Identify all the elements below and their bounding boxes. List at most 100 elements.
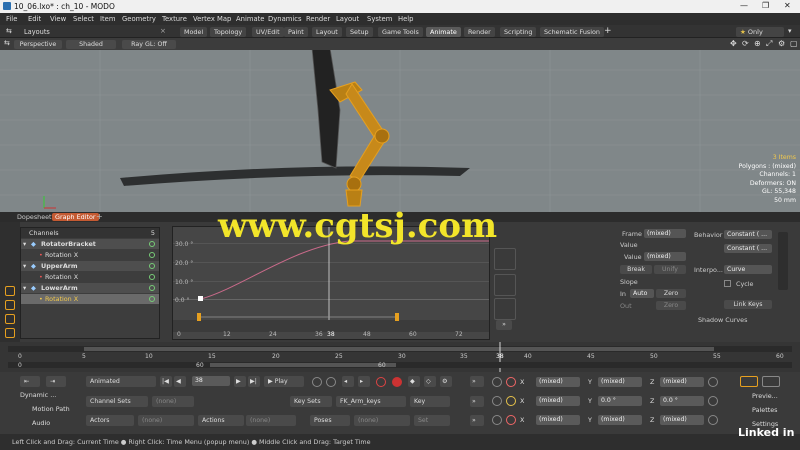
in-slope-select[interactable]: Auto xyxy=(630,289,654,298)
slope-section-header[interactable]: Slope xyxy=(620,278,638,286)
tool-bracket-icon[interactable] xyxy=(5,328,15,338)
channel-dot-icon[interactable] xyxy=(149,241,155,247)
view-type-button[interactable]: Perspective xyxy=(14,40,62,49)
tab-animate[interactable]: Animate xyxy=(426,27,461,37)
tool-key-icon[interactable] xyxy=(5,300,15,310)
channel-dot-icon[interactable] xyxy=(149,263,155,269)
tab-setup[interactable]: Setup xyxy=(346,27,373,37)
channel-item-lowerarm[interactable]: ▾ ◆ LowerArm xyxy=(21,283,159,293)
frame-field[interactable]: (mixed) xyxy=(644,229,686,238)
next-frame-icon[interactable]: ▶ xyxy=(234,376,246,387)
slope-flat-icon[interactable] xyxy=(494,274,516,296)
menu-view[interactable]: View xyxy=(50,15,66,23)
viewport-settings-icon[interactable]: ⚙ xyxy=(778,39,785,48)
layouts-label[interactable]: Layouts xyxy=(24,28,50,36)
rotation-reset-icon[interactable] xyxy=(708,396,718,406)
key-delete-icon[interactable]: ◇ xyxy=(424,376,436,387)
tab-game-tools[interactable]: Game Tools xyxy=(378,27,423,37)
auto-key-icon[interactable] xyxy=(392,377,402,387)
break-button[interactable]: Break xyxy=(620,265,652,274)
menu-help[interactable]: Help xyxy=(398,15,414,23)
set-button[interactable]: Set xyxy=(414,415,450,426)
layouts-close-icon[interactable]: × xyxy=(160,27,166,35)
behavior-tool-strip[interactable] xyxy=(778,232,788,290)
key-all-icon[interactable]: ◆ xyxy=(408,376,420,387)
channel-rotation-x[interactable]: • Rotation X xyxy=(21,272,159,282)
key-tool-2-icon[interactable]: ⇥ xyxy=(46,376,66,387)
maximize-icon[interactable]: ❐ xyxy=(762,1,769,10)
keyframe-2-icon[interactable] xyxy=(326,377,336,387)
go-end-icon[interactable]: ▶| xyxy=(248,376,260,387)
channel-rotation-x[interactable]: • Rotation X xyxy=(21,250,159,260)
timeline[interactable]: 0 5 10 15 20 25 30 35 38 40 45 50 55 60 … xyxy=(0,342,800,372)
pan-icon[interactable]: ✥ xyxy=(730,39,737,48)
tool-slope-icon[interactable] xyxy=(5,314,15,324)
key-button[interactable]: Key xyxy=(410,396,450,407)
menu-item[interactable]: Item xyxy=(100,15,115,23)
shadow-curves-label[interactable]: Shadow Curves xyxy=(698,316,747,324)
expand-row-3-icon[interactable]: » xyxy=(470,415,484,426)
tool-motion-path[interactable]: Motion Path xyxy=(32,405,70,413)
tab-dopesheet[interactable]: Dopesheet xyxy=(14,213,55,221)
menu-render[interactable]: Render xyxy=(306,15,330,23)
scale-icon[interactable] xyxy=(492,415,502,425)
key-prev-icon[interactable]: ◂ xyxy=(342,376,354,387)
tab-paint[interactable]: Paint xyxy=(284,27,308,37)
channel-dot-icon[interactable] xyxy=(149,274,155,280)
position-icon[interactable] xyxy=(492,377,502,387)
key-sets-select[interactable]: FK_Arm_keys xyxy=(336,396,406,407)
menu-geometry[interactable]: Geometry xyxy=(122,15,156,23)
channel-item-upperarm[interactable]: ▾ ◆ UpperArm xyxy=(21,261,159,271)
animated-mode-select[interactable]: Animated xyxy=(86,376,156,387)
tab-render[interactable]: Render xyxy=(464,27,495,37)
tab-layout[interactable]: Layout xyxy=(312,27,342,37)
maximize-viewport-icon[interactable]: ▢ xyxy=(790,39,798,48)
position-reset-icon[interactable] xyxy=(708,377,718,387)
palettes-button[interactable]: Palettes xyxy=(752,406,777,414)
keyframe-icon[interactable] xyxy=(312,377,322,387)
layout-toggle-1-icon[interactable] xyxy=(740,376,758,387)
viewport-3d[interactable]: 3 Items Polygons : (mixed) Channels: 1 D… xyxy=(0,50,800,212)
position-y-field[interactable]: (mixed) xyxy=(598,377,642,387)
add-graph-tab-icon[interactable]: + xyxy=(96,212,103,221)
interpolation-select[interactable]: Curve xyxy=(724,265,772,274)
menu-file[interactable]: File xyxy=(6,15,17,23)
ray-gl-button[interactable]: Ray GL: Off xyxy=(122,40,176,49)
behavior-pre-select[interactable]: Constant ( ... xyxy=(724,230,772,239)
channel-dot-icon[interactable] xyxy=(149,296,155,302)
scale-key-icon[interactable] xyxy=(506,415,516,425)
rotation-x-field[interactable]: (mixed) xyxy=(536,396,580,406)
go-start-icon[interactable]: |◀ xyxy=(160,376,172,387)
behavior-post-select[interactable]: Constant ( ... xyxy=(724,244,772,253)
scale-x-field[interactable]: (mixed) xyxy=(536,415,580,425)
tab-topology[interactable]: Topology xyxy=(210,27,247,37)
actors-button[interactable]: Actors xyxy=(86,415,134,426)
zoom-icon[interactable]: ⊕ xyxy=(754,39,761,48)
scale-z-field[interactable]: (mixed) xyxy=(660,415,704,425)
actions-select[interactable]: (none) xyxy=(246,415,296,426)
channel-item-rotatorbracket[interactable]: ▾ ◆ RotatorBracket xyxy=(21,239,159,249)
minimize-icon[interactable]: — xyxy=(740,1,748,10)
record-icon[interactable] xyxy=(376,377,386,387)
channel-dot-icon[interactable] xyxy=(149,285,155,291)
rotation-y-field[interactable]: 0.0 ° xyxy=(598,396,642,406)
unify-button[interactable]: Unify xyxy=(654,265,686,274)
layout-menu-icon[interactable]: ▾ xyxy=(788,27,792,35)
zero-out-button[interactable]: Zero xyxy=(656,301,686,310)
key-tool-icon[interactable]: ⇤ xyxy=(20,376,40,387)
tab-model[interactable]: Model xyxy=(180,27,208,37)
key-sets-button[interactable]: Key Sets xyxy=(290,396,332,407)
add-tab-icon[interactable]: + xyxy=(604,26,612,36)
menu-dynamics[interactable]: Dynamics xyxy=(268,15,302,23)
fit-icon[interactable]: ⤢ xyxy=(766,39,772,49)
tool-curve-icon[interactable] xyxy=(5,286,15,296)
menu-edit[interactable]: Edit xyxy=(28,15,41,23)
zero-in-button[interactable]: Zero xyxy=(656,289,686,298)
more-slopes-button[interactable]: » xyxy=(496,320,512,330)
prev-frame-icon[interactable]: ◀ xyxy=(174,376,186,387)
poses-button[interactable]: Poses xyxy=(310,415,350,426)
channel-rotation-x-selected[interactable]: • Rotation X xyxy=(21,294,159,304)
layouts-arrow-icon[interactable]: ⇆ xyxy=(6,27,12,35)
key-settings-icon[interactable]: ⚙ xyxy=(440,376,452,387)
channel-sets-button[interactable]: Channel Sets xyxy=(86,396,148,407)
